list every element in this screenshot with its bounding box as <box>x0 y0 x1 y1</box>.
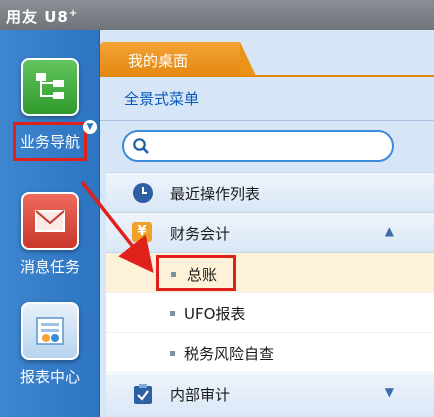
report-icon <box>21 302 79 360</box>
menu-item-general-ledger[interactable]: 总账 <box>106 253 434 293</box>
menu-item-tax-risk-self-check[interactable]: 税务风险自查 <box>106 333 434 373</box>
menu-item-label: 总账 <box>187 266 218 284</box>
chevron-down-icon[interactable]: ▼ <box>385 385 394 399</box>
nav-message-tasks[interactable]: 消息任务 <box>0 192 100 277</box>
section-label: 内部审计 <box>170 386 231 404</box>
menu-item-label: 税务风险自查 <box>184 345 275 363</box>
section-internal-audit[interactable]: 内部审计 ▼ <box>106 374 434 417</box>
nav-label-highlight: 业务导航 <box>12 122 87 161</box>
nav-label: 业务导航 <box>19 133 80 151</box>
section-financial-accounting[interactable]: ¥ 财务会计 ▲ <box>106 213 434 253</box>
clock-icon <box>133 183 153 203</box>
search-input[interactable] <box>158 136 384 156</box>
nav-business-navigation[interactable]: ▼ 业务导航 <box>0 58 100 161</box>
app-title-sup: + <box>68 8 79 19</box>
divider <box>100 120 434 121</box>
section-recent-operations[interactable]: 最近操作列表 <box>106 173 434 213</box>
bullet-icon <box>170 351 175 356</box>
app-title: 用友 U8 <box>6 8 69 26</box>
nav-report-center[interactable]: 报表中心 <box>0 302 100 387</box>
panorama-menu-title[interactable]: 全景式菜单 <box>124 88 199 109</box>
desktop-panel: 我的桌面 全景式菜单 最近操作列表 ¥ 财务会计 ▲ 总账 UFO报表 税务风险… <box>100 30 434 417</box>
clipboard-check-icon <box>134 384 152 404</box>
tab-label: 我的桌面 <box>128 52 189 70</box>
tab-strip-divider <box>100 75 434 77</box>
bullet-icon <box>170 311 175 316</box>
bullet-icon <box>171 272 176 277</box>
menu-item-highlight: 总账 <box>156 255 236 291</box>
chevron-down-icon[interactable]: ▼ <box>83 120 97 134</box>
tab-my-desktop[interactable]: 我的桌面 <box>100 42 256 76</box>
yen-icon: ¥ <box>132 222 152 242</box>
left-nav-rail: ▼ 业务导航 消息任务 报表中心 <box>0 30 100 417</box>
mail-icon <box>21 192 79 250</box>
menu-item-ufo-report[interactable]: UFO报表 <box>106 293 434 333</box>
section-label: 最近操作列表 <box>170 185 261 203</box>
section-label: 财务会计 <box>170 225 231 243</box>
nav-label: 消息任务 <box>19 258 80 276</box>
chevron-up-icon[interactable]: ▲ <box>385 224 394 238</box>
menu-item-label: UFO报表 <box>184 305 246 323</box>
panorama-menu-list: 最近操作列表 ¥ 财务会计 ▲ 总账 UFO报表 税务风险自查 内部审计 ▼ <box>106 172 434 417</box>
search-icon <box>133 138 149 154</box>
app-title-bar: 用友 U8+ <box>0 0 434 30</box>
org-chart-icon <box>21 58 79 116</box>
nav-label: 报表中心 <box>19 368 80 386</box>
search-box[interactable] <box>122 130 394 162</box>
